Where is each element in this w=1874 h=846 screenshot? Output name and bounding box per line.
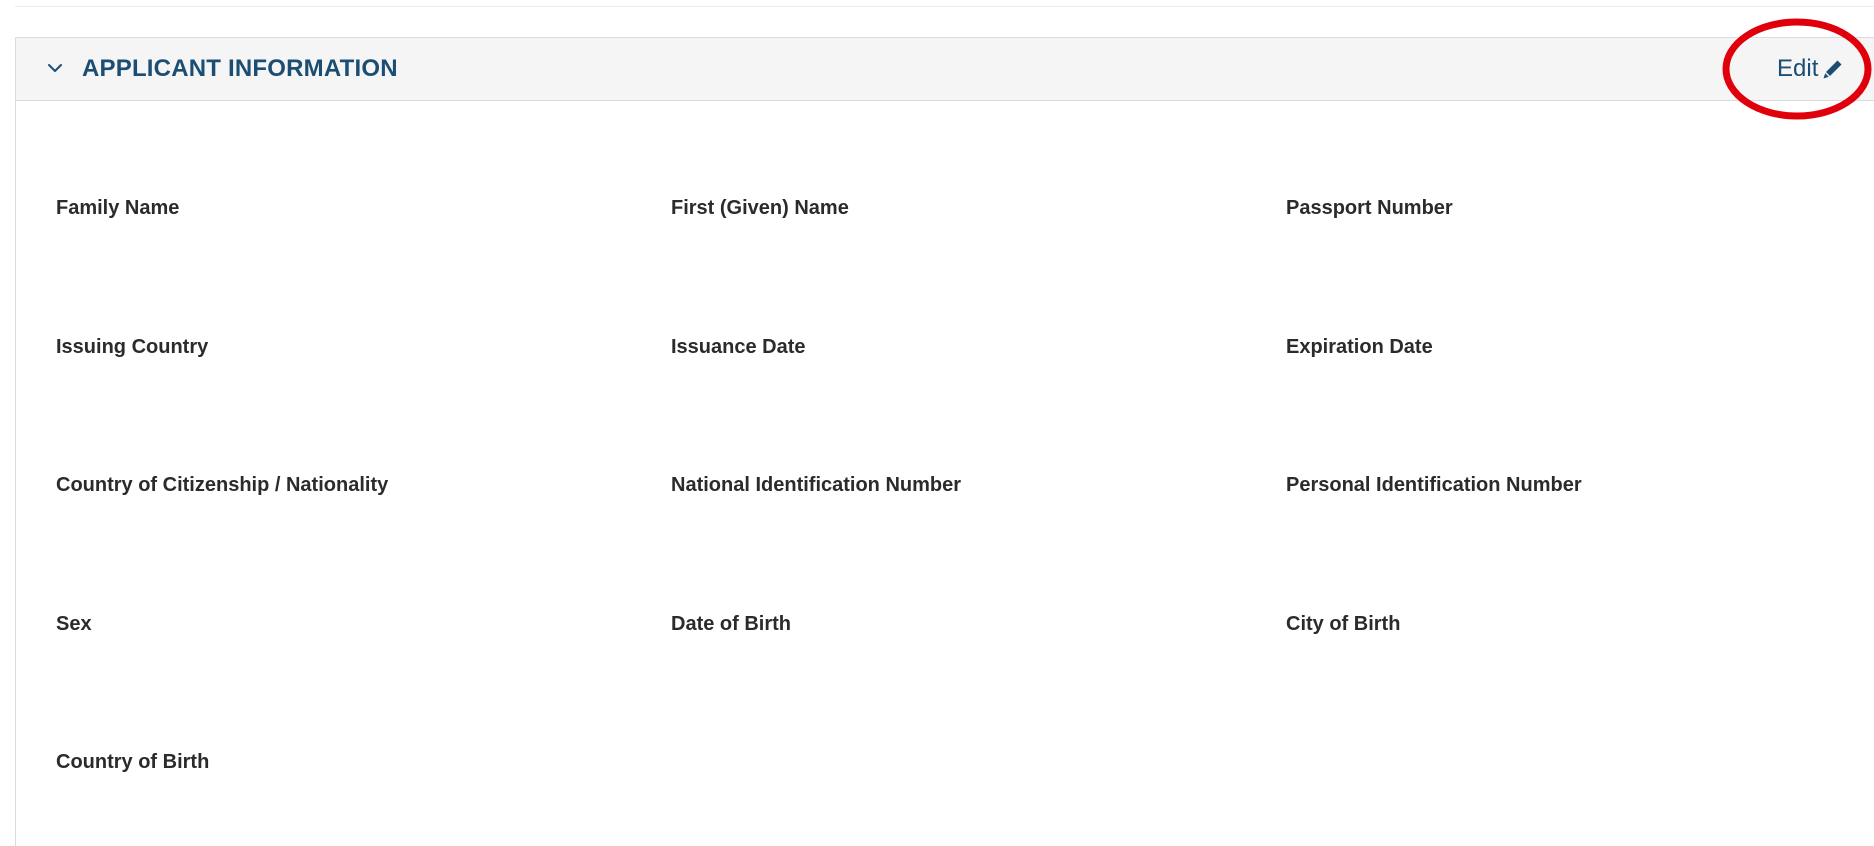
chevron-down-icon[interactable] bbox=[46, 59, 64, 77]
edit-label: Edit bbox=[1777, 55, 1819, 82]
field-label-sex: Sex bbox=[56, 613, 92, 635]
page: APPLICANT INFORMATION Edit Family Name F… bbox=[0, 0, 1874, 846]
field-label-expiration-date: Expiration Date bbox=[1286, 336, 1433, 358]
applicant-information-panel: APPLICANT INFORMATION Edit Family Name F… bbox=[15, 37, 1874, 846]
field-label-date-of-birth: Date of Birth bbox=[671, 613, 791, 635]
field-label-issuing-country: Issuing Country bbox=[56, 336, 209, 358]
field-label-country-of-birth: Country of Birth bbox=[56, 751, 210, 773]
field-label-issuance-date: Issuance Date bbox=[671, 336, 806, 358]
field-label-country-of-citizenship: Country of Citizenship / Nationality bbox=[56, 474, 389, 496]
field-label-first-given-name: First (Given) Name bbox=[671, 197, 849, 219]
field-label-family-name: Family Name bbox=[56, 197, 180, 219]
section-title: APPLICANT INFORMATION bbox=[82, 55, 398, 82]
field-label-city-of-birth: City of Birth bbox=[1286, 613, 1401, 635]
field-label-passport-number: Passport Number bbox=[1286, 197, 1453, 219]
field-label-personal-identification-number: Personal Identification Number bbox=[1286, 474, 1582, 496]
field-label-national-identification-number: National Identification Number bbox=[671, 474, 962, 496]
top-divider bbox=[15, 6, 1874, 7]
panel-header[interactable]: APPLICANT INFORMATION Edit bbox=[16, 38, 1874, 101]
pencil-icon bbox=[1822, 58, 1844, 80]
edit-button[interactable]: Edit bbox=[1777, 55, 1844, 83]
